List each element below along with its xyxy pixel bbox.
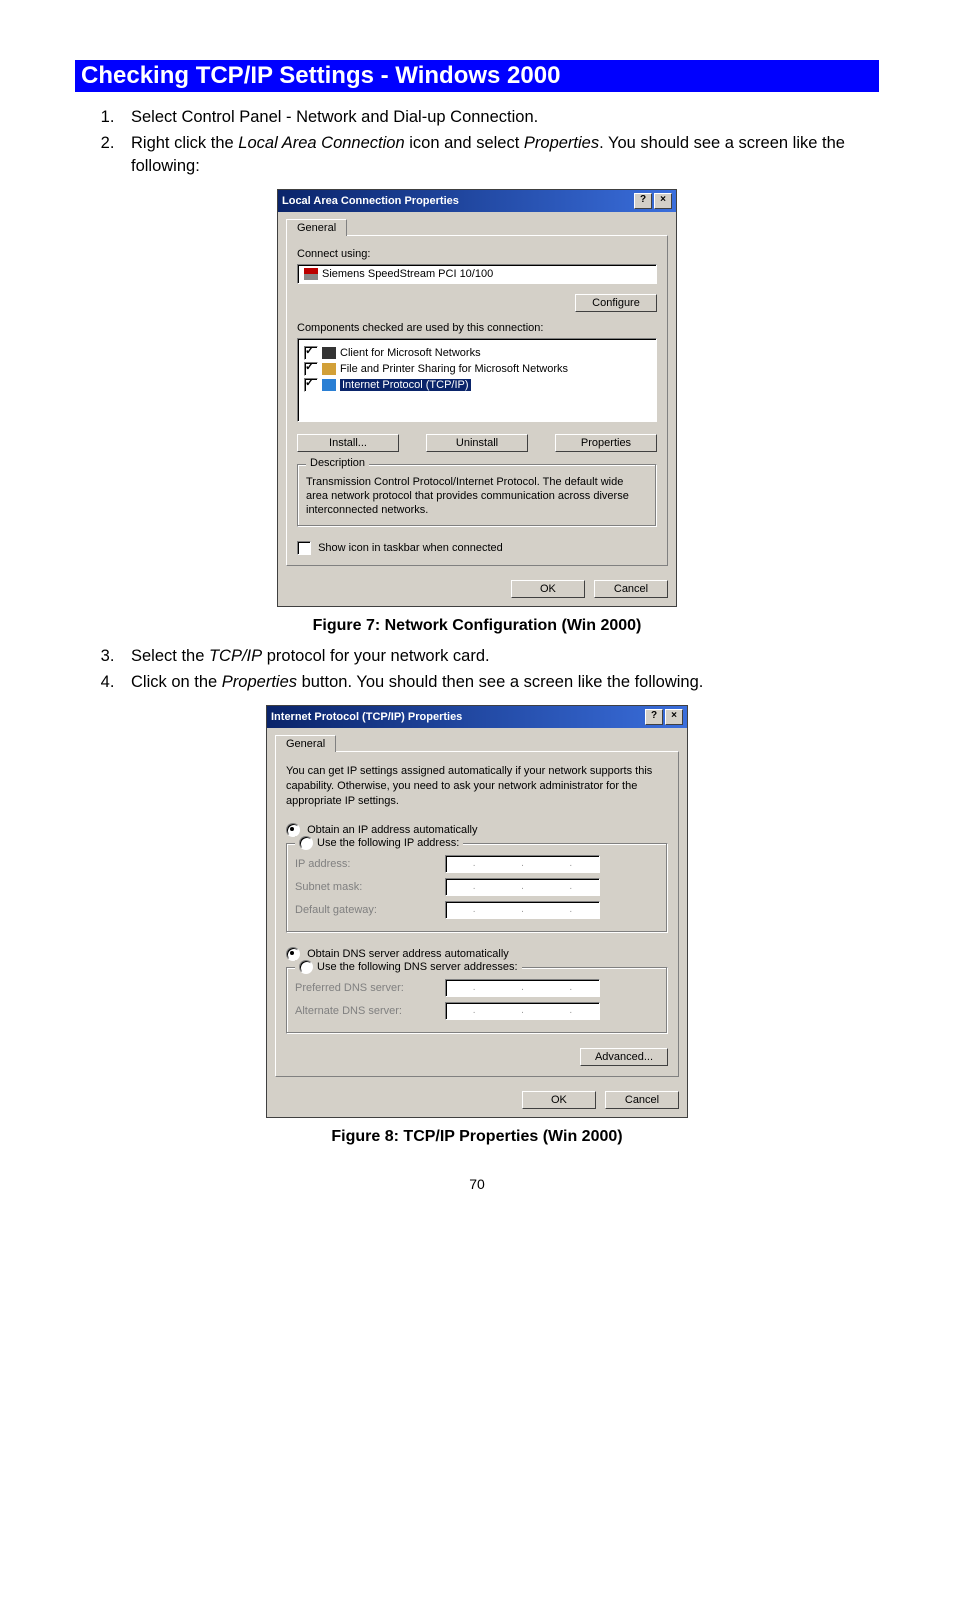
radio-obtain-ip[interactable] bbox=[286, 823, 300, 837]
adapter-icon bbox=[304, 268, 318, 280]
use-ip-group: Use the following IP address: IP address… bbox=[286, 843, 668, 933]
properties-button[interactable]: Properties bbox=[555, 434, 657, 452]
obtain-ip-label: Obtain an IP address automatically bbox=[307, 824, 477, 836]
use-ip-label: Use the following IP address: bbox=[317, 837, 459, 849]
subnet-input[interactable]: ... bbox=[445, 878, 600, 896]
use-dns-label: Use the following DNS server addresses: bbox=[317, 961, 518, 973]
checkbox-tcp[interactable] bbox=[304, 378, 318, 392]
ip-address-input[interactable]: ... bbox=[445, 855, 600, 873]
alt-dns-label: Alternate DNS server: bbox=[295, 1005, 445, 1017]
cancel-button[interactable]: Cancel bbox=[594, 580, 668, 598]
instruction-list-2: Select the TCP/IP protocol for your netw… bbox=[75, 645, 879, 694]
tab-body: Connect using: Siemens SpeedStream PCI 1… bbox=[286, 235, 668, 566]
components-listbox[interactable]: Client for Microsoft Networks File and P… bbox=[297, 338, 657, 422]
connect-using-label: Connect using: bbox=[297, 248, 657, 260]
tab-general[interactable]: General bbox=[275, 735, 336, 752]
subnet-label: Subnet mask: bbox=[295, 881, 445, 893]
dialog-title: Internet Protocol (TCP/IP) Properties bbox=[271, 711, 462, 723]
gateway-label: Default gateway: bbox=[295, 904, 445, 916]
list-item-client[interactable]: Client for Microsoft Networks bbox=[304, 345, 650, 361]
tcp-icon bbox=[322, 379, 336, 391]
step-3: Select the TCP/IP protocol for your netw… bbox=[119, 645, 879, 667]
dialog-tcpip-properties: Internet Protocol (TCP/IP) Properties ? … bbox=[266, 705, 688, 1118]
install-button[interactable]: Install... bbox=[297, 434, 399, 452]
help-icon[interactable]: ? bbox=[645, 709, 663, 725]
use-dns-group: Use the following DNS server addresses: … bbox=[286, 967, 668, 1034]
list-item-file-sharing[interactable]: File and Printer Sharing for Microsoft N… bbox=[304, 361, 650, 377]
ok-button[interactable]: OK bbox=[511, 580, 585, 598]
titlebar: Local Area Connection Properties ? × bbox=[278, 190, 676, 212]
figure-1: Local Area Connection Properties ? × Gen… bbox=[75, 189, 879, 607]
configure-row: Configure bbox=[297, 294, 657, 312]
section-heading: Checking TCP/IP Settings - Windows 2000 bbox=[75, 60, 879, 92]
advanced-button[interactable]: Advanced... bbox=[580, 1048, 668, 1066]
help-icon[interactable]: ? bbox=[634, 193, 652, 209]
radio-use-ip[interactable] bbox=[299, 836, 313, 850]
file-sharing-icon bbox=[322, 363, 336, 375]
ip-address-label: IP address: bbox=[295, 858, 445, 870]
radio-use-dns[interactable] bbox=[299, 960, 313, 974]
description-text: Transmission Control Protocol/Internet P… bbox=[306, 475, 648, 518]
close-icon[interactable]: × bbox=[654, 193, 672, 209]
figure-1-caption: Figure 7: Network Configuration (Win 200… bbox=[75, 617, 879, 635]
pref-dns-input[interactable]: ... bbox=[445, 979, 600, 997]
figure-2-caption: Figure 8: TCP/IP Properties (Win 2000) bbox=[75, 1128, 879, 1146]
list-item-tcpip[interactable]: Internet Protocol (TCP/IP) bbox=[304, 377, 650, 393]
checkbox-client[interactable] bbox=[304, 346, 318, 360]
show-icon-label: Show icon in taskbar when connected bbox=[318, 542, 503, 554]
checkbox-show-icon[interactable] bbox=[297, 541, 311, 555]
checkbox-file[interactable] bbox=[304, 362, 318, 376]
step-4: Click on the Properties button. You shou… bbox=[119, 671, 879, 693]
tab-general[interactable]: General bbox=[286, 219, 347, 236]
instruction-list: Select Control Panel - Network and Dial-… bbox=[75, 106, 879, 177]
page-number: 70 bbox=[75, 1176, 879, 1192]
client-icon bbox=[322, 347, 336, 359]
radio-obtain-dns[interactable] bbox=[286, 947, 300, 961]
obtain-dns-label: Obtain DNS server address automatically bbox=[307, 948, 509, 960]
dialog-title: Local Area Connection Properties bbox=[282, 195, 459, 207]
alt-dns-input[interactable]: ... bbox=[445, 1002, 600, 1020]
info-text: You can get IP settings assigned automat… bbox=[286, 764, 668, 809]
dialog-local-area-connection: Local Area Connection Properties ? × Gen… bbox=[277, 189, 677, 607]
titlebar: Internet Protocol (TCP/IP) Properties ? … bbox=[267, 706, 687, 728]
uninstall-button[interactable]: Uninstall bbox=[426, 434, 528, 452]
step-2: Right click the Local Area Connection ic… bbox=[119, 132, 879, 177]
tab-row: General bbox=[267, 728, 687, 751]
figure-2: Internet Protocol (TCP/IP) Properties ? … bbox=[75, 705, 879, 1118]
close-icon[interactable]: × bbox=[665, 709, 683, 725]
configure-button[interactable]: Configure bbox=[575, 294, 657, 312]
pref-dns-label: Preferred DNS server: bbox=[295, 982, 445, 994]
cancel-button[interactable]: Cancel bbox=[605, 1091, 679, 1109]
step-1: Select Control Panel - Network and Dial-… bbox=[119, 106, 879, 128]
adapter-field: Siemens SpeedStream PCI 10/100 bbox=[297, 264, 657, 284]
description-group: Description Transmission Control Protoco… bbox=[297, 464, 657, 527]
tab-body: You can get IP settings assigned automat… bbox=[275, 751, 679, 1077]
ok-button[interactable]: OK bbox=[522, 1091, 596, 1109]
components-label: Components checked are used by this conn… bbox=[297, 322, 657, 334]
tab-row: General bbox=[278, 212, 676, 235]
gateway-input[interactable]: ... bbox=[445, 901, 600, 919]
